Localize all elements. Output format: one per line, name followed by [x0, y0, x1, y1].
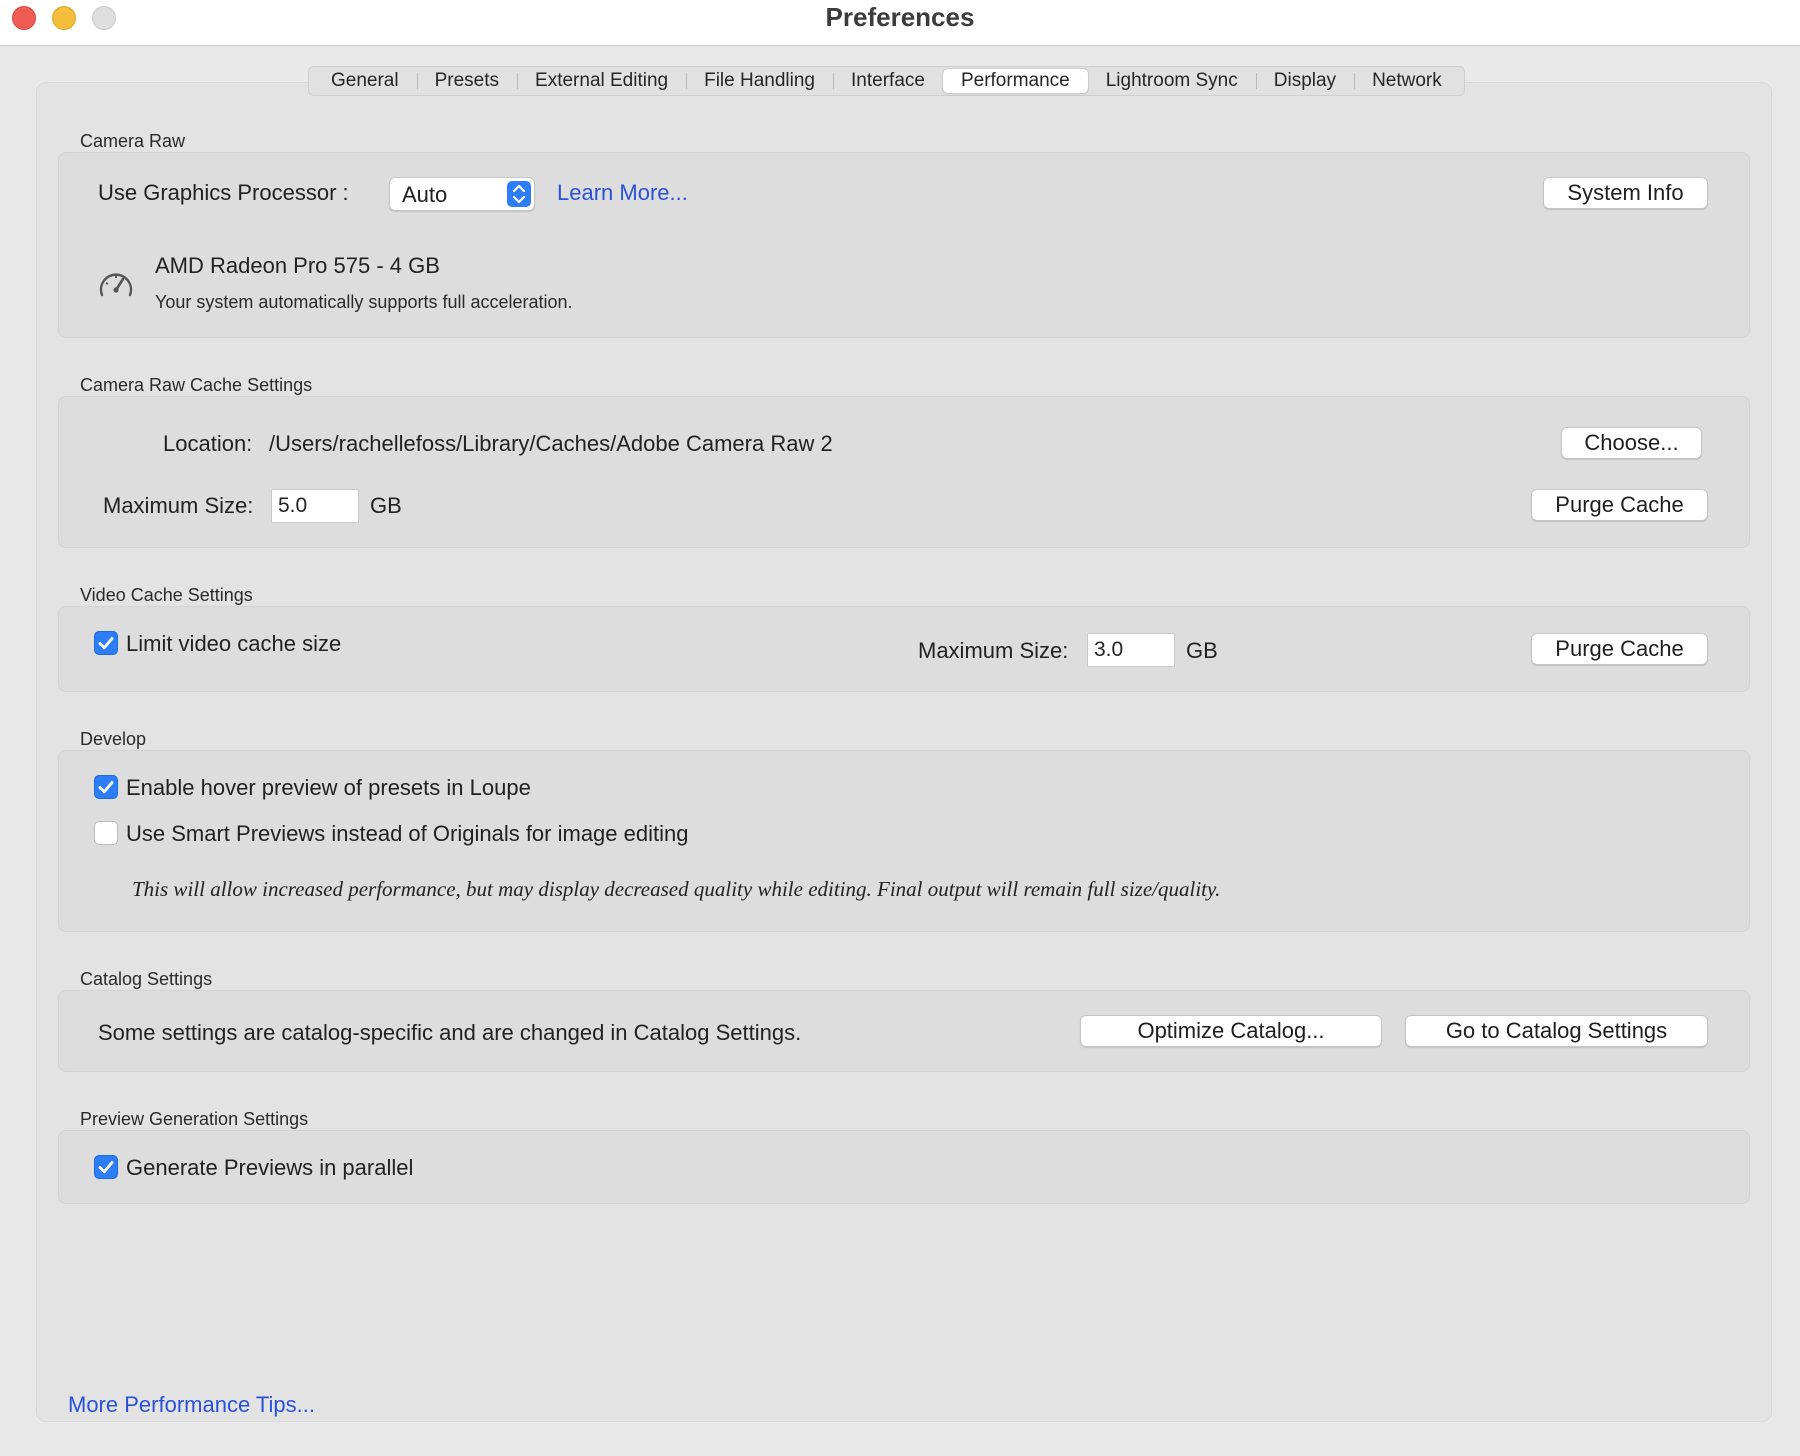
location-path: /Users/rachellefoss/Library/Caches/Adobe… — [269, 431, 833, 456]
window-title: Preferences — [825, 2, 975, 32]
catalog-info-text: Some settings are catalog-specific and a… — [98, 1020, 802, 1045]
cache-max-size-label: Maximum Size: — [103, 493, 254, 518]
cache-max-size-input[interactable] — [271, 489, 359, 523]
tab-network[interactable]: Network — [1354, 69, 1460, 93]
purge-video-cache-button[interactable]: Purge Cache — [1531, 633, 1708, 665]
tab-file-handling[interactable]: File Handling — [686, 69, 833, 93]
go-to-catalog-settings-button[interactable]: Go to Catalog Settings — [1405, 1015, 1708, 1047]
tab-lightroom-sync[interactable]: Lightroom Sync — [1088, 69, 1256, 93]
limit-video-cache-label: Limit video cache size — [126, 631, 342, 656]
tab-bar: General Presets External Editing File Ha… — [308, 66, 1465, 96]
system-info-button[interactable]: System Info — [1543, 177, 1708, 209]
cache-group — [58, 396, 1750, 548]
parallel-previews-checkbox[interactable] — [94, 1155, 118, 1179]
optimize-catalog-button[interactable]: Optimize Catalog... — [1080, 1015, 1382, 1047]
tab-external-editing[interactable]: External Editing — [517, 69, 686, 93]
smart-previews-note: This will allow increased performance, b… — [132, 877, 1221, 901]
gpu-name: AMD Radeon Pro 575 - 4 GB — [155, 253, 440, 278]
video-max-size-label: Maximum Size: — [918, 638, 1069, 663]
video-cache-heading: Video Cache Settings — [80, 585, 253, 605]
video-unit: GB — [1186, 638, 1218, 663]
hover-preview-checkbox[interactable] — [94, 775, 118, 799]
learn-more-link[interactable]: Learn More... — [557, 180, 688, 206]
gpu-select[interactable]: Auto — [389, 177, 535, 211]
limit-video-cache-checkbox[interactable] — [94, 631, 118, 655]
speedometer-icon — [97, 266, 135, 305]
hover-preview-label: Enable hover preview of presets in Loupe — [126, 775, 531, 800]
tab-presets[interactable]: Presets — [416, 69, 517, 93]
more-performance-tips-link[interactable]: More Performance Tips... — [68, 1392, 315, 1418]
title-bar: Preferences — [0, 0, 1800, 46]
cache-heading: Camera Raw Cache Settings — [80, 375, 313, 395]
gpu-status: Your system automatically supports full … — [155, 292, 573, 312]
tab-performance[interactable]: Performance — [942, 69, 1088, 93]
checkmark-icon — [98, 1161, 114, 1174]
tab-display[interactable]: Display — [1255, 69, 1354, 93]
gpu-label: Use Graphics Processor : — [98, 180, 349, 205]
purge-raw-cache-button[interactable]: Purge Cache — [1531, 489, 1708, 521]
cache-unit: GB — [370, 493, 402, 518]
gpu-select-value: Auto — [402, 182, 448, 207]
checkmark-icon — [98, 781, 114, 794]
preview-heading: Preview Generation Settings — [80, 1109, 309, 1129]
smart-previews-checkbox[interactable] — [94, 821, 118, 845]
video-max-size-input[interactable] — [1087, 633, 1175, 667]
location-label: Location: — [163, 431, 253, 456]
develop-heading: Develop — [80, 729, 147, 749]
parallel-previews-label: Generate Previews in parallel — [126, 1155, 414, 1180]
tab-interface[interactable]: Interface — [833, 69, 943, 93]
camera-raw-heading: Camera Raw — [80, 131, 186, 151]
choose-location-button[interactable]: Choose... — [1561, 427, 1702, 459]
catalog-heading: Catalog Settings — [80, 969, 213, 989]
checkmark-icon — [98, 637, 114, 650]
smart-previews-label: Use Smart Previews instead of Originals … — [126, 821, 689, 846]
tab-general[interactable]: General — [313, 69, 417, 93]
chevron-updown-icon — [507, 181, 531, 207]
